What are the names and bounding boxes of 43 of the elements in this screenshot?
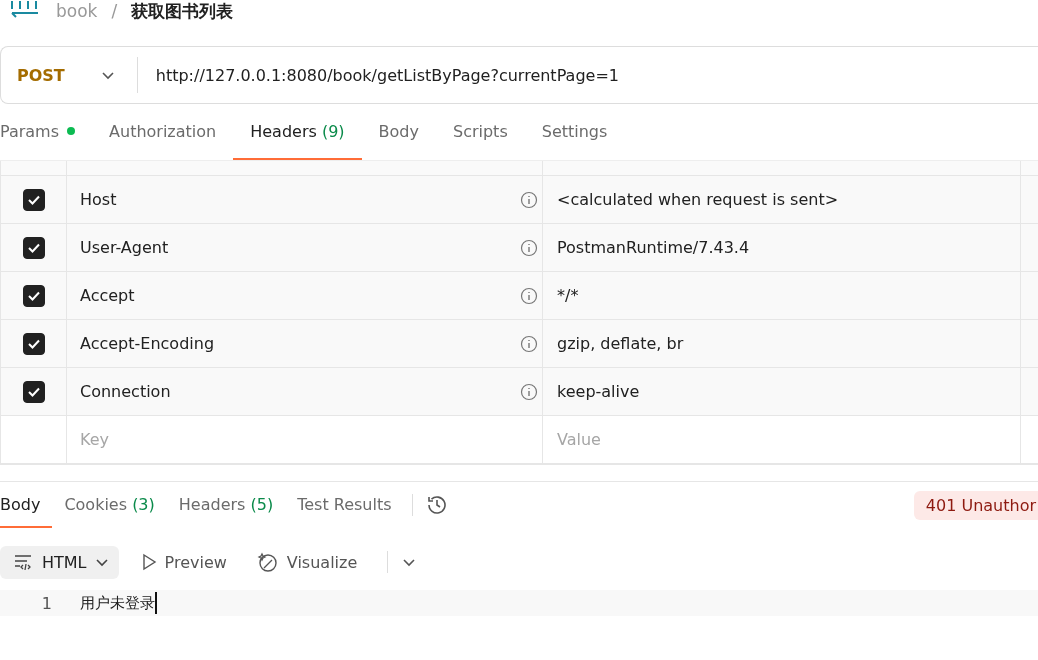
status-badge: 401 Unauthor [913, 490, 1038, 520]
method-dropdown[interactable]: POST [1, 57, 138, 93]
header-key: Accept-Encoding [80, 334, 215, 353]
checkbox[interactable] [22, 236, 45, 259]
header-value: <calculated when request is sent> [557, 190, 839, 209]
checkbox[interactable] [22, 380, 45, 403]
response-tab[interactable]: Headers (5) [166, 482, 286, 528]
header-value: PostmanRuntime/7.43.4 [557, 238, 750, 257]
header-key: Accept [80, 286, 135, 305]
response-tab[interactable]: Body [0, 482, 53, 528]
response-tab[interactable]: Cookies (3) [52, 482, 167, 528]
line-number: 1 [40, 593, 53, 613]
info-icon [520, 286, 538, 305]
checkbox[interactable] [22, 332, 45, 355]
request-tab[interactable]: Settings [524, 104, 625, 160]
info-icon [520, 382, 538, 401]
checkbox[interactable] [22, 284, 45, 307]
code-lines-icon [14, 553, 34, 571]
request-tab[interactable]: Authorization [92, 104, 234, 160]
url-field[interactable]: http://127.0.0.1:8080/book/getListByPage?currentPage=1 [137, 65, 619, 85]
sparkle-icon [256, 551, 279, 573]
checkbox[interactable] [22, 188, 45, 211]
request-tab[interactable]: Body [361, 104, 436, 160]
breadcrumb-item[interactable]: / [111, 1, 118, 21]
info-icon [520, 334, 538, 353]
info-icon [520, 190, 538, 209]
header-key: Host [80, 190, 117, 209]
breadcrumb-item[interactable]: book [56, 1, 98, 21]
header-key: Connection [80, 382, 171, 401]
header-key: User-Agent [80, 238, 169, 257]
visualize-button[interactable]: Visualize [248, 551, 366, 573]
request-tab[interactable]: Params [0, 104, 93, 160]
header-value: keep-alive [557, 382, 640, 401]
format-dropdown[interactable]: HTML [0, 545, 119, 579]
header-value: */* [557, 286, 579, 305]
preview-button[interactable]: Preview [132, 552, 235, 572]
header-value: gzip, deflate, br [557, 334, 684, 353]
request-tab[interactable]: Scripts [435, 104, 525, 160]
info-icon [520, 238, 538, 257]
response-tab[interactable]: Test Results [285, 482, 404, 528]
play-icon [140, 553, 157, 571]
code-line: 用户未登录 [80, 593, 155, 613]
request-title: 获取图书列表 [131, 0, 234, 23]
